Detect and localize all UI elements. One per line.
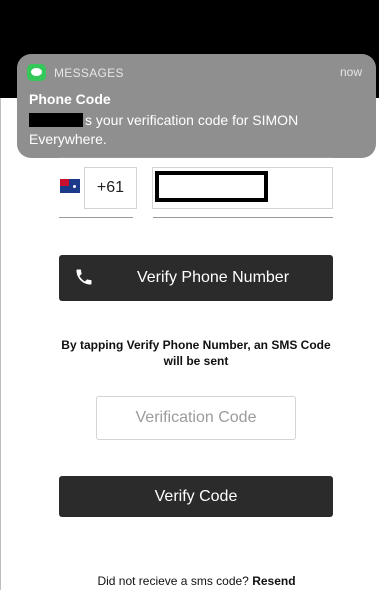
notification-app-row: MESSAGES	[27, 64, 124, 81]
australia-flag-icon[interactable]	[60, 179, 80, 193]
sms-instruction-text: By tapping Verify Phone Number, an SMS C…	[61, 338, 331, 368]
phone-number-underline	[153, 217, 333, 218]
verify-code-button[interactable]: Verify Code	[59, 476, 333, 517]
resend-link[interactable]: Resend	[252, 574, 295, 588]
redacted-phone-number	[155, 171, 268, 202]
sms-notification-banner[interactable]: MESSAGES now Phone Code s your verificat…	[17, 54, 376, 158]
phone-icon	[74, 267, 94, 292]
verify-phone-number-label: Verify Phone Number	[136, 269, 290, 286]
country-code-field[interactable]: +61	[84, 167, 137, 209]
notification-title: Phone Code	[29, 91, 111, 107]
screen-left-edge	[0, 98, 1, 590]
resend-prompt: Did not recieve a sms code?	[97, 574, 249, 588]
form-divider	[59, 157, 333, 158]
redacted-code	[29, 113, 83, 127]
country-code-underline	[59, 217, 133, 218]
notification-app-name: MESSAGES	[54, 65, 124, 80]
notification-time: now	[339, 65, 362, 79]
resend-row: Did not recieve a sms code? Resend	[0, 574, 379, 588]
verify-phone-number-button[interactable]: Verify Phone Number	[59, 255, 333, 301]
notification-body: s your verification code for SIMON Every…	[29, 111, 359, 149]
verification-code-input[interactable]	[96, 396, 296, 440]
messages-app-icon	[27, 64, 46, 81]
